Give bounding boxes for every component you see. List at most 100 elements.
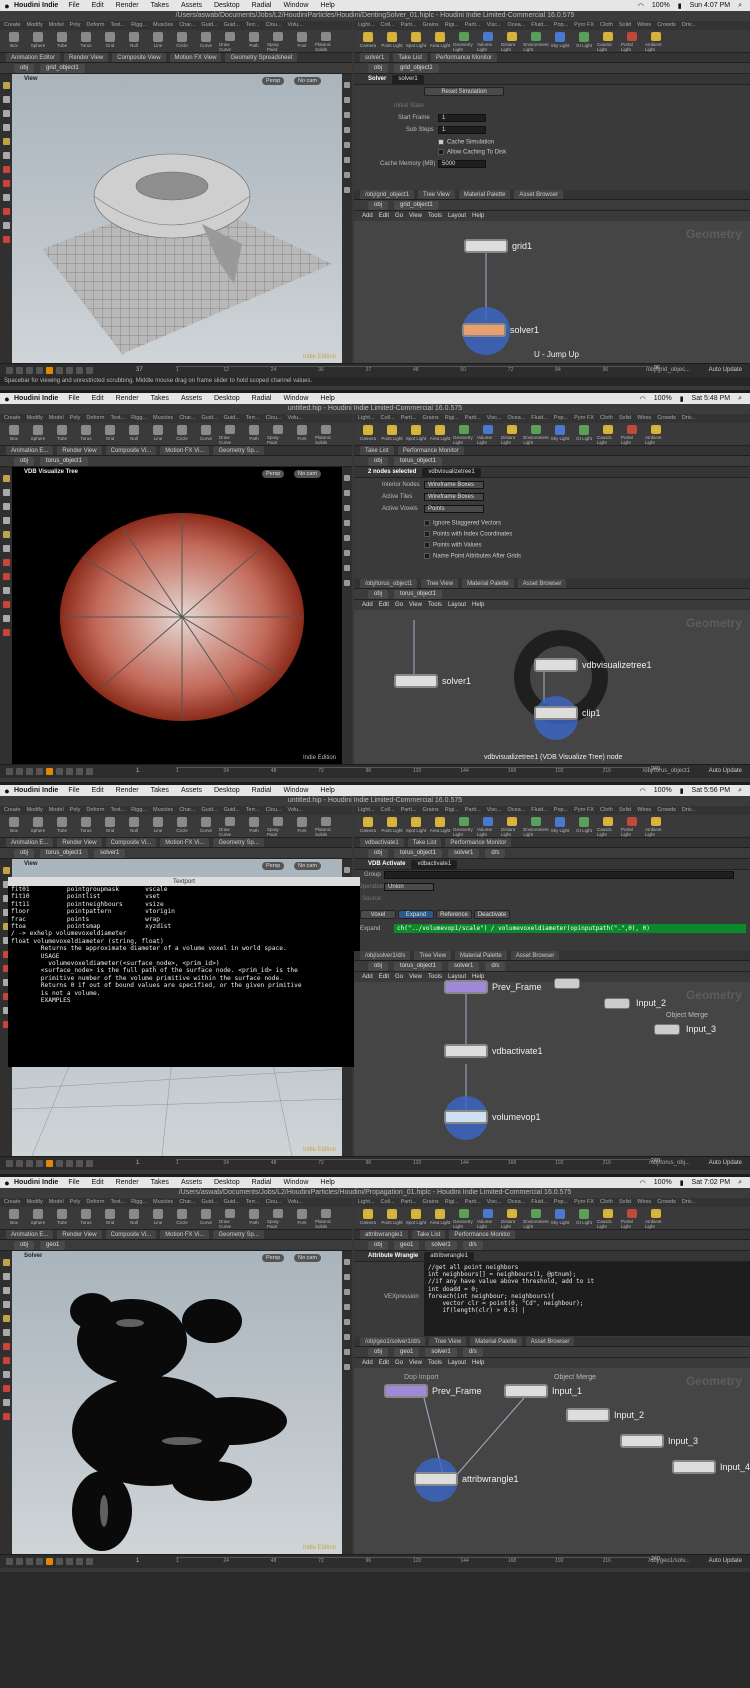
menu-item-help[interactable]: Help	[320, 787, 334, 794]
path-segment[interactable]: torus_object1	[40, 848, 89, 858]
tool-platonic-solids[interactable]: Platonic Solids	[315, 425, 337, 445]
pane-tab[interactable]: Performance Monitor	[445, 838, 512, 847]
tool-ambient-light[interactable]: Ambient Light	[645, 817, 667, 837]
stop-button[interactable]	[46, 367, 53, 374]
tool-grid[interactable]: Grid	[99, 1209, 121, 1229]
tool-sphere[interactable]: Sphere	[27, 1209, 49, 1229]
shelf-tab[interactable]: Pop...	[554, 1198, 568, 1207]
shelf-tab[interactable]: Clou...	[266, 414, 282, 423]
shelf-tab[interactable]: Rigg...	[131, 21, 147, 30]
menu-item-assets[interactable]: Assets	[181, 1179, 202, 1186]
tool-null[interactable]: Null	[123, 1209, 145, 1229]
display-option-icon[interactable]	[344, 97, 350, 103]
shelf-tab[interactable]: Pyro FX	[574, 1198, 594, 1207]
step-fwd-button[interactable]	[66, 367, 73, 374]
path-segment[interactable]: geo1	[40, 1240, 66, 1250]
shelf-tab[interactable]: Ocea...	[508, 806, 526, 815]
network-tab[interactable]: Tree View	[418, 190, 455, 199]
scene-viewport[interactable]: Solver Persp No cam Indie Edition	[12, 1251, 342, 1554]
path-segment[interactable]: torus_object1	[40, 456, 89, 466]
shelf-tab[interactable]: Volu...	[287, 414, 302, 423]
tool-sphere[interactable]: Sphere	[27, 425, 49, 445]
tool-path[interactable]: Path	[243, 1209, 265, 1229]
tool-spot-light[interactable]: Spot Light	[405, 1209, 427, 1229]
display-option-icon[interactable]	[344, 1349, 350, 1355]
pane-tab[interactable]: Animation E...	[6, 1230, 54, 1239]
operation-menu[interactable]: Union	[384, 883, 434, 891]
network-tab[interactable]: /obj/grid_object1	[360, 190, 415, 199]
network-tab[interactable]: /obj/torus_object1	[360, 579, 418, 588]
tool-point-light[interactable]: Point Light	[381, 817, 403, 837]
shelf-tab[interactable]: Coll...	[381, 806, 395, 815]
tool-null[interactable]: Null	[123, 425, 145, 445]
tool-ambient-light[interactable]: Ambient Light	[645, 425, 667, 445]
shelf-tab[interactable]: Solid	[619, 806, 631, 815]
shelf-tab[interactable]: Cloth	[600, 414, 613, 423]
tool-geometry-light[interactable]: Geometry Light	[453, 1209, 475, 1229]
last-button[interactable]	[86, 367, 93, 374]
next-key-button[interactable]	[76, 768, 83, 775]
shelf-tab[interactable]: Solid	[619, 21, 631, 30]
pane-tab[interactable]: Motion FX Vi...	[160, 446, 210, 455]
move-tool-icon[interactable]	[2, 489, 10, 496]
shelf-tab[interactable]: Create	[4, 806, 21, 815]
select-tool-icon[interactable]	[2, 82, 10, 89]
shelf-tab[interactable]: Guid...	[224, 1198, 240, 1207]
node-input-2[interactable]	[566, 1408, 610, 1422]
tool-grid[interactable]: Grid	[99, 425, 121, 445]
path-segment[interactable]: obj	[14, 63, 35, 73]
tool-curve[interactable]: Curve	[195, 425, 217, 445]
menu-item-takes[interactable]: Takes	[151, 395, 169, 402]
prev-key-button[interactable]	[16, 768, 23, 775]
display-option-icon[interactable]	[344, 535, 350, 541]
substeps-field[interactable]: 1	[438, 126, 486, 134]
apple-icon[interactable]: ●	[0, 786, 14, 796]
display-option-icon[interactable]	[344, 475, 350, 481]
tool-portal-light[interactable]: Portal Light	[621, 1209, 643, 1229]
stop-button[interactable]	[46, 1160, 53, 1167]
tool-line[interactable]: Line	[147, 817, 169, 837]
tool-distant-light[interactable]: Distant Light	[501, 32, 523, 52]
shelf-tab[interactable]: Driv...	[682, 806, 696, 815]
render-tool-icon[interactable]	[2, 236, 10, 243]
tool-font[interactable]: Font	[291, 425, 313, 445]
menu-item-render[interactable]: Render	[116, 1179, 139, 1186]
menu-item-radial[interactable]: Radial	[252, 395, 272, 402]
clock[interactable]: Sun 4:07 PM	[690, 2, 730, 9]
tool-gi-light[interactable]: GI Light	[573, 425, 595, 445]
path-segment[interactable]: solver1	[425, 1347, 457, 1357]
tool-portal-light[interactable]: Portal Light	[621, 425, 643, 445]
cache-simulation-checkbox[interactable]: Cache Simulation	[438, 139, 494, 146]
tool-area-light[interactable]: Area Light	[429, 1209, 451, 1229]
interior-menu[interactable]: Wireframe Boxes	[424, 481, 484, 489]
shelf-tab[interactable]: Poly	[70, 414, 81, 423]
next-key-button[interactable]	[76, 1160, 83, 1167]
node-name-field[interactable]: attribwrangle1	[424, 1251, 474, 1261]
expand-expression[interactable]: ch("../volumevop1/scale") / volumevoxeld…	[394, 924, 746, 933]
path-segment[interactable]: obj	[14, 848, 35, 858]
option-checkbox[interactable]: Ignore Staggered Vectors	[424, 520, 501, 527]
display-option-icon[interactable]	[344, 142, 350, 148]
handle-tool-icon[interactable]	[2, 1315, 10, 1322]
network-editor[interactable]: Add Edit Go View Tools Layout Help Geometry solv…	[354, 600, 750, 764]
tool-grid[interactable]: Grid	[99, 817, 121, 837]
shelf-tab[interactable]: Driv...	[682, 414, 696, 423]
shelf-tab[interactable]: Terr...	[246, 1198, 260, 1207]
pane-tab[interactable]: Composite Vi...	[105, 838, 157, 847]
shelf-tab[interactable]: Solid	[619, 414, 631, 423]
view-tool-icon[interactable]	[2, 194, 10, 201]
pane-tab[interactable]: Performance Monitor	[449, 1230, 516, 1239]
shelf-tab[interactable]: Model	[49, 21, 64, 30]
apple-icon[interactable]: ●	[0, 1178, 14, 1188]
shelf-tab[interactable]: Parti...	[465, 21, 481, 30]
shelf-tab[interactable]: Char...	[179, 806, 195, 815]
shelf-tab[interactable]: Modify	[27, 806, 43, 815]
shelf-tab[interactable]: Fluid...	[531, 414, 548, 423]
node-attribwrangle1[interactable]	[414, 1472, 458, 1486]
menu-item-assets[interactable]: Assets	[181, 2, 202, 9]
play-back-button[interactable]	[36, 768, 43, 775]
menu-item-radial[interactable]: Radial	[252, 787, 272, 794]
tool-gi-light[interactable]: GI Light	[573, 1209, 595, 1229]
tool-environment-light[interactable]: Environment Light	[523, 32, 549, 52]
shelf-tab[interactable]: Create	[4, 21, 21, 30]
